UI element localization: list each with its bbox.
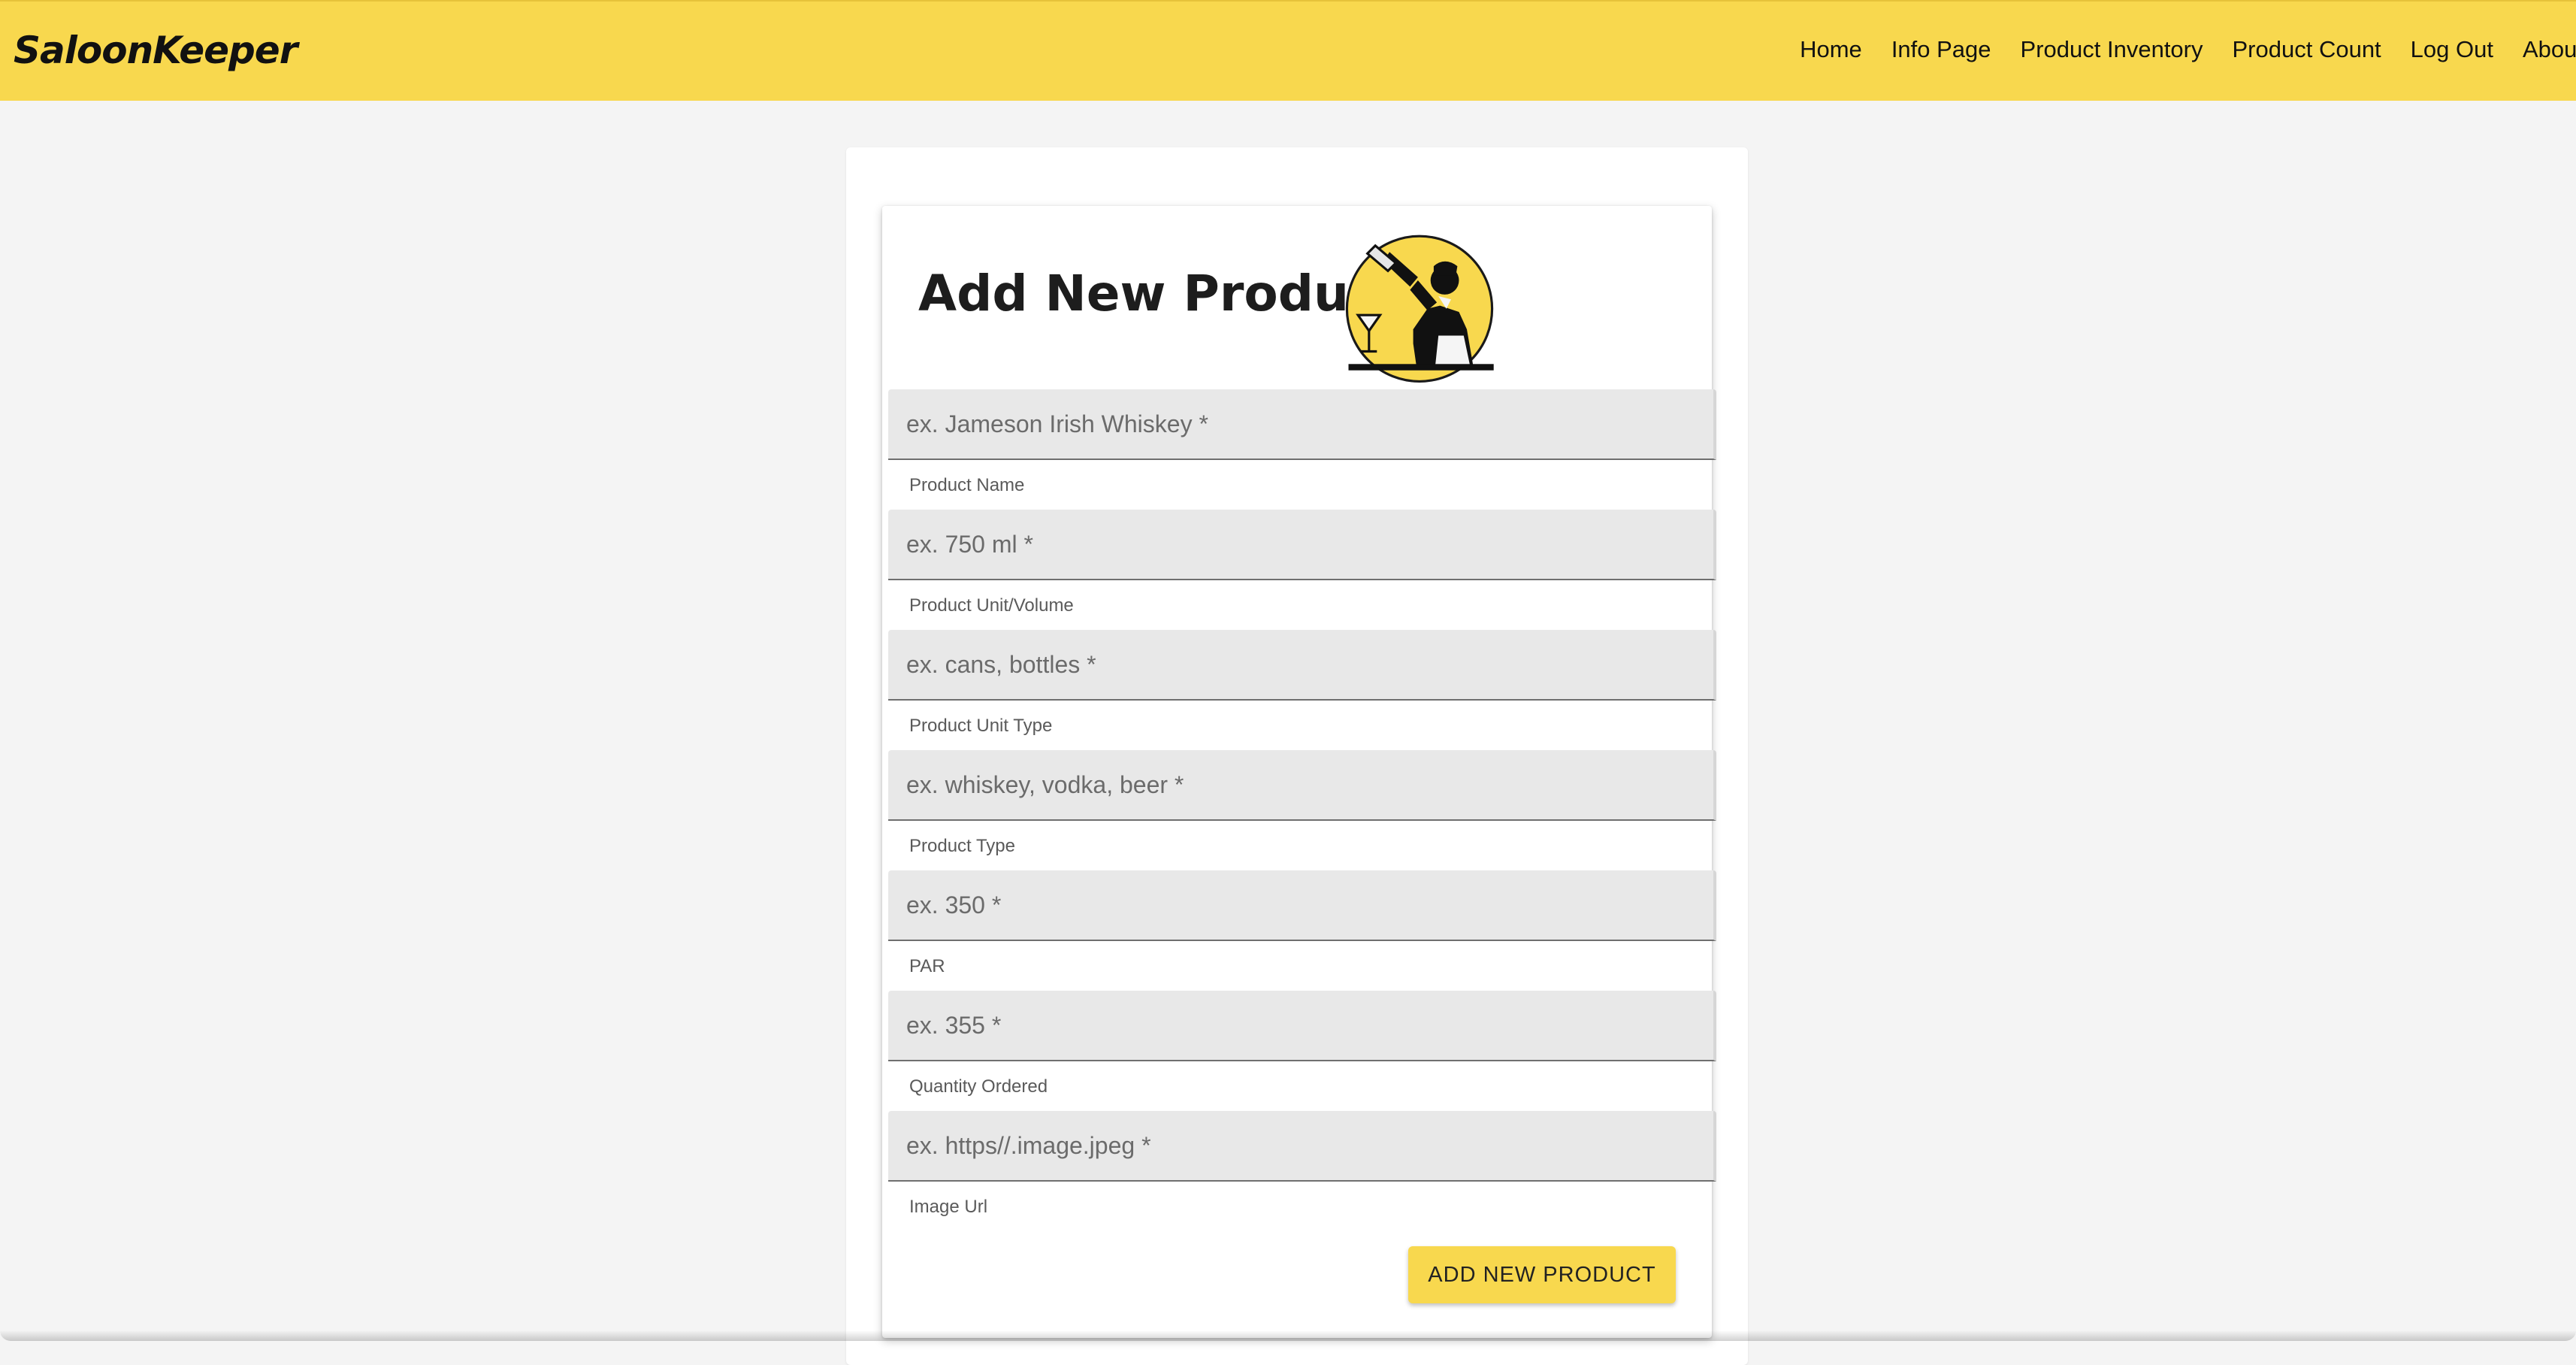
product-unit-volume-field: ex. 750 ml * Product Unit/Volume bbox=[888, 510, 1716, 616]
quantity-ordered-field: ex. 355 * Quantity Ordered bbox=[888, 991, 1716, 1097]
add-product-card: Add New Product ex. Jameson Irish Whiske… bbox=[882, 206, 1716, 1338]
par-field: ex. 350 * PAR bbox=[888, 870, 1716, 976]
product-type-input[interactable]: ex. whiskey, vodka, beer * bbox=[888, 750, 1716, 821]
quantity-ordered-input[interactable]: ex. 355 * bbox=[888, 991, 1716, 1061]
product-name-field: ex. Jameson Irish Whiskey * Product Name bbox=[888, 389, 1716, 495]
product-unit-type-input[interactable]: ex. cans, bottles * bbox=[888, 630, 1716, 701]
par-input[interactable]: ex. 350 * bbox=[888, 870, 1716, 941]
nav-link-about[interactable]: About bbox=[2523, 36, 2576, 63]
field-helper-text: PAR bbox=[909, 956, 945, 976]
image-url-field: ex. https//.image.jpeg * Image Url bbox=[888, 1111, 1716, 1217]
product-unit-type-field: ex. cans, bottles * Product Unit Type bbox=[888, 630, 1716, 736]
add-new-product-button[interactable]: ADD NEW PRODUCT bbox=[1408, 1246, 1676, 1303]
field-helper-text: Product Type bbox=[909, 836, 1015, 856]
field-placeholder: ex. 350 * bbox=[906, 891, 1002, 919]
product-unit-volume-input[interactable]: ex. 750 ml * bbox=[888, 510, 1716, 580]
field-helper-text: Image Url bbox=[909, 1197, 988, 1217]
field-placeholder: ex. https//.image.jpeg * bbox=[906, 1132, 1151, 1159]
field-placeholder: ex. whiskey, vodka, beer * bbox=[906, 771, 1184, 798]
top-app-bar: SaloonKeeper Home Info Page Product Inve… bbox=[0, 0, 2576, 101]
nav-link-product-inventory[interactable]: Product Inventory bbox=[2021, 36, 2203, 63]
field-helper-text: Product Name bbox=[909, 475, 1025, 495]
field-placeholder: ex. cans, bottles * bbox=[906, 651, 1096, 678]
bartender-logo-icon bbox=[1345, 235, 1494, 383]
field-placeholder: ex. 355 * bbox=[906, 1012, 1002, 1039]
nav-link-home[interactable]: Home bbox=[1800, 36, 1862, 63]
field-helper-text: Product Unit/Volume bbox=[909, 595, 1074, 616]
nav-link-product-count[interactable]: Product Count bbox=[2233, 36, 2381, 63]
product-type-field: ex. whiskey, vodka, beer * Product Type bbox=[888, 750, 1716, 856]
field-placeholder: ex. 750 ml * bbox=[906, 531, 1033, 558]
product-name-input[interactable]: ex. Jameson Irish Whiskey * bbox=[888, 389, 1716, 460]
page-title: Add New Product bbox=[918, 265, 1402, 322]
nav-link-info-page[interactable]: Info Page bbox=[1891, 36, 1991, 63]
main-nav: Home Info Page Product Inventory Product… bbox=[1800, 36, 2576, 63]
image-url-input[interactable]: ex. https//.image.jpeg * bbox=[888, 1111, 1716, 1182]
field-placeholder: ex. Jameson Irish Whiskey * bbox=[906, 410, 1208, 437]
brand-logo-text[interactable]: SaloonKeeper bbox=[14, 29, 298, 72]
field-helper-text: Product Unit Type bbox=[909, 716, 1053, 736]
field-helper-text: Quantity Ordered bbox=[909, 1076, 1048, 1097]
nav-link-log-out[interactable]: Log Out bbox=[2411, 36, 2493, 63]
window-bottom-shadow bbox=[0, 1330, 2576, 1341]
